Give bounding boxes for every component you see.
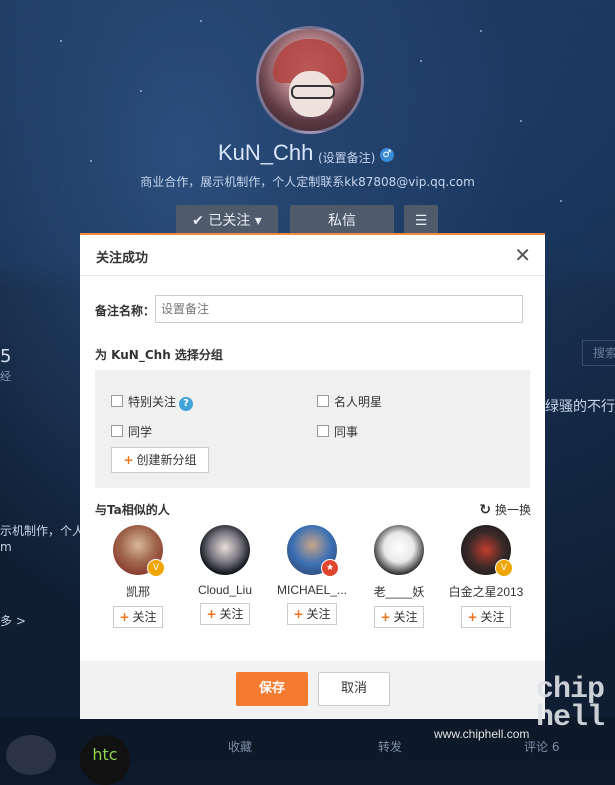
group-checkbox-celebrity[interactable]: 名人明星 <box>317 393 382 410</box>
group-checkbox-special[interactable]: 特别关注? <box>111 393 194 411</box>
cancel-button[interactable]: 取消 <box>318 672 390 706</box>
group-checkbox-classmate[interactable]: 同学 <box>111 423 152 440</box>
similar-people-title: 与Ta相似的人 <box>95 503 170 517</box>
favorite-action[interactable]: 收藏 <box>228 738 252 755</box>
verified-badge-icon: V <box>495 559 513 577</box>
similar-person: Cloud_Liu + 关注 <box>180 525 270 625</box>
more-link[interactable]: 多 > <box>0 612 26 629</box>
profile-avatar[interactable] <box>256 26 364 134</box>
group-checkbox-colleague[interactable]: 同事 <box>317 423 358 440</box>
person-avatar[interactable]: V <box>113 525 165 577</box>
watermark-url: www.chiphell.com <box>434 727 530 741</box>
plus-icon: + <box>206 607 217 621</box>
refresh-icon: ↻ <box>479 502 492 518</box>
set-remark-link[interactable]: (设置备注) <box>318 149 375 166</box>
dialog-title: 关注成功 <box>96 251 149 266</box>
close-icon[interactable]: ✕ <box>514 243 531 267</box>
person-name[interactable]: Cloud_Liu <box>180 583 270 597</box>
hamburger-icon: ☰ <box>414 213 428 229</box>
follow-button[interactable]: + 关注 <box>461 606 511 628</box>
star-badge-icon: ★ <box>321 559 339 577</box>
refresh-button[interactable]: ↻ 换一换 <box>479 501 531 518</box>
plus-icon: + <box>293 607 304 621</box>
follow-button[interactable]: + 关注 <box>200 603 250 625</box>
help-icon[interactable]: ? <box>179 397 194 411</box>
save-button[interactable]: 保存 <box>236 672 308 706</box>
remark-input[interactable] <box>155 295 523 323</box>
feed-avatar <box>6 735 56 775</box>
person-name[interactable]: 老____妖 <box>354 583 444 600</box>
person-avatar[interactable]: ★ <box>287 525 339 577</box>
similar-person: 老____妖 + 关注 <box>354 525 444 628</box>
follow-success-dialog: 关注成功 ✕ 备注名称： 为 KuN_Chh 选择分组 特别关注? 名人明星 同… <box>80 233 545 719</box>
similar-person: V 白金之星2013 + 关注 <box>441 525 531 628</box>
person-name[interactable]: 凯邢 <box>93 583 183 600</box>
similar-person: ★ MICHAEL_... + 关注 <box>267 525 357 625</box>
profile-bio: 商业合作，展示机制作，个人定制联系kk87808@vip.qq.com <box>140 175 475 189</box>
dialog-footer: 保存 取消 <box>80 661 545 719</box>
repost-action[interactable]: 转发 <box>378 738 402 755</box>
search-box[interactable]: 搜索 <box>582 340 615 366</box>
follow-button[interactable]: + 关注 <box>113 606 163 628</box>
person-name[interactable]: 白金之星2013 <box>441 583 531 600</box>
dialog-header: 关注成功 ✕ <box>80 235 545 276</box>
group-label: 为 KuN_Chh 选择分组 <box>95 348 223 362</box>
plus-icon: + <box>119 610 130 624</box>
plus-icon: + <box>123 453 134 467</box>
background-feed-bar: htc <box>0 717 615 785</box>
person-avatar[interactable] <box>200 525 250 575</box>
plus-icon: + <box>467 610 478 624</box>
remark-label: 备注名称： <box>95 304 156 318</box>
check-icon: ✔ <box>192 213 204 229</box>
htc-logo: htc <box>80 735 130 785</box>
similar-person: V 凯邢 + 关注 <box>93 525 183 628</box>
follow-button[interactable]: + 关注 <box>287 603 337 625</box>
person-avatar[interactable] <box>374 525 424 575</box>
person-name[interactable]: MICHAEL_... <box>267 583 357 597</box>
verified-badge-icon: V <box>147 559 165 577</box>
plus-icon: + <box>380 610 391 624</box>
male-icon: ♂ <box>380 148 394 162</box>
group-panel: 特别关注? 名人明星 同学 同事 + 创建新分组 <box>95 370 530 488</box>
profile-name: KuN_Chh <box>218 140 314 165</box>
follow-button[interactable]: + 关注 <box>374 606 424 628</box>
person-avatar[interactable]: V <box>461 525 513 577</box>
create-group-button[interactable]: + 创建新分组 <box>111 447 209 473</box>
caret-down-icon: ▾ <box>254 213 262 229</box>
watermark-logo: chip hell <box>536 673 605 735</box>
